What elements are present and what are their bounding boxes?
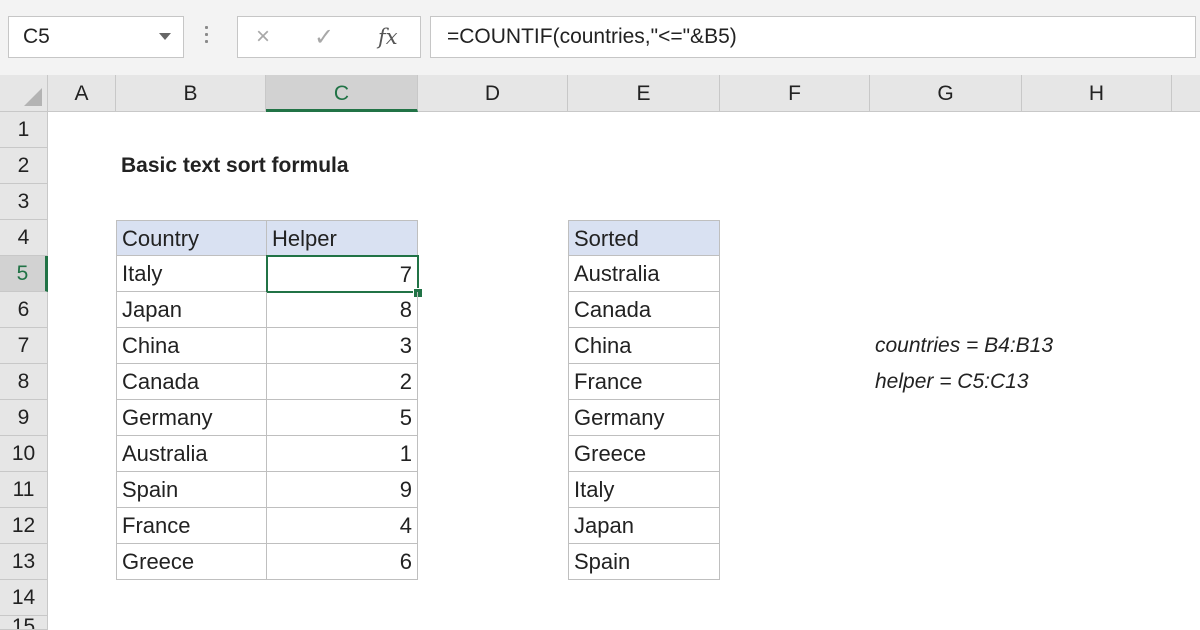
column-header-c[interactable]: C: [266, 75, 418, 112]
select-all-button[interactable]: [0, 75, 48, 112]
drag-handle-icon[interactable]: [205, 26, 209, 48]
sheet-title[interactable]: Basic text sort formula: [116, 148, 416, 184]
column-header-e[interactable]: E: [568, 75, 720, 112]
row-header-13[interactable]: 13: [0, 544, 48, 580]
row-header-12[interactable]: 12: [0, 508, 48, 544]
helper-cell[interactable]: 6: [267, 544, 418, 580]
row-header-3[interactable]: 3: [0, 184, 48, 220]
country-cell[interactable]: Germany: [116, 400, 267, 436]
helper-cell[interactable]: 1: [267, 436, 418, 472]
row-header-7[interactable]: 7: [0, 328, 48, 364]
country-cell[interactable]: Japan: [116, 292, 267, 328]
row-header-1[interactable]: 1: [0, 112, 48, 148]
row-header-2[interactable]: 2: [0, 148, 48, 184]
sorted-cell[interactable]: China: [568, 328, 720, 364]
helper-cell[interactable]: 2: [267, 364, 418, 400]
column-header-f[interactable]: F: [720, 75, 870, 112]
country-cell[interactable]: Spain: [116, 472, 267, 508]
check-icon[interactable]: ✓: [314, 23, 334, 52]
column-header-d[interactable]: D: [418, 75, 568, 112]
table-header-helper[interactable]: Helper: [267, 220, 418, 256]
table-header-country[interactable]: Country: [116, 220, 267, 256]
chevron-down-icon[interactable]: [159, 33, 171, 40]
helper-cell[interactable]: 3: [267, 328, 418, 364]
sorted-cell[interactable]: Australia: [568, 256, 720, 292]
formula-text: =COUNTIF(countries,"<="&B5): [447, 25, 737, 48]
sorted-cell[interactable]: Italy: [568, 472, 720, 508]
row-header-15[interactable]: 15: [0, 616, 48, 630]
column-header-next[interactable]: [1172, 75, 1200, 112]
sorted-cell[interactable]: France: [568, 364, 720, 400]
sorted-cell[interactable]: Canada: [568, 292, 720, 328]
helper-cell[interactable]: 4: [267, 508, 418, 544]
row-header-8[interactable]: 8: [0, 364, 48, 400]
table-header-sorted[interactable]: Sorted: [568, 220, 720, 256]
named-range-note-helper[interactable]: helper = C5:C13: [870, 364, 1170, 400]
formula-buttons: × ✓ fx: [237, 16, 421, 58]
sorted-cell[interactable]: Japan: [568, 508, 720, 544]
row-header-9[interactable]: 9: [0, 400, 48, 436]
named-range-note-countries[interactable]: countries = B4:B13: [870, 328, 1170, 364]
country-cell[interactable]: Australia: [116, 436, 267, 472]
row-header-6[interactable]: 6: [0, 292, 48, 328]
country-cell[interactable]: China: [116, 328, 267, 364]
name-box[interactable]: C5: [8, 16, 184, 58]
row-header-5[interactable]: 5: [0, 256, 48, 292]
sorted-cell[interactable]: Spain: [568, 544, 720, 580]
row-header-14[interactable]: 14: [0, 580, 48, 616]
country-cell[interactable]: Canada: [116, 364, 267, 400]
helper-cell[interactable]: 5: [267, 400, 418, 436]
column-header-g[interactable]: G: [870, 75, 1022, 112]
sorted-cell[interactable]: Greece: [568, 436, 720, 472]
column-header-h[interactable]: H: [1022, 75, 1172, 112]
column-header-a[interactable]: A: [48, 75, 116, 112]
country-cell[interactable]: Italy: [116, 256, 267, 292]
formula-input[interactable]: =COUNTIF(countries,"<="&B5): [430, 16, 1196, 58]
cancel-icon[interactable]: ×: [256, 23, 270, 51]
row-header-4[interactable]: 4: [0, 220, 48, 256]
name-box-value: C5: [23, 25, 50, 48]
row-header-11[interactable]: 11: [0, 472, 48, 508]
helper-cell[interactable]: 9: [267, 472, 418, 508]
country-cell[interactable]: France: [116, 508, 267, 544]
column-header-b[interactable]: B: [116, 75, 266, 112]
insert-function-icon[interactable]: fx: [378, 25, 398, 49]
sorted-cell[interactable]: Germany: [568, 400, 720, 436]
country-cell[interactable]: Greece: [116, 544, 267, 580]
row-header-10[interactable]: 10: [0, 436, 48, 472]
spreadsheet-grid: A B C D E F G H 1 2 3 4 5 6 7 8 9 10 11 …: [0, 75, 1200, 630]
helper-cell[interactable]: 8: [267, 292, 418, 328]
helper-cell-active[interactable]: 7: [266, 255, 419, 293]
formula-bar: C5 × ✓ fx =COUNTIF(countries,"<="&B5): [0, 0, 1200, 76]
